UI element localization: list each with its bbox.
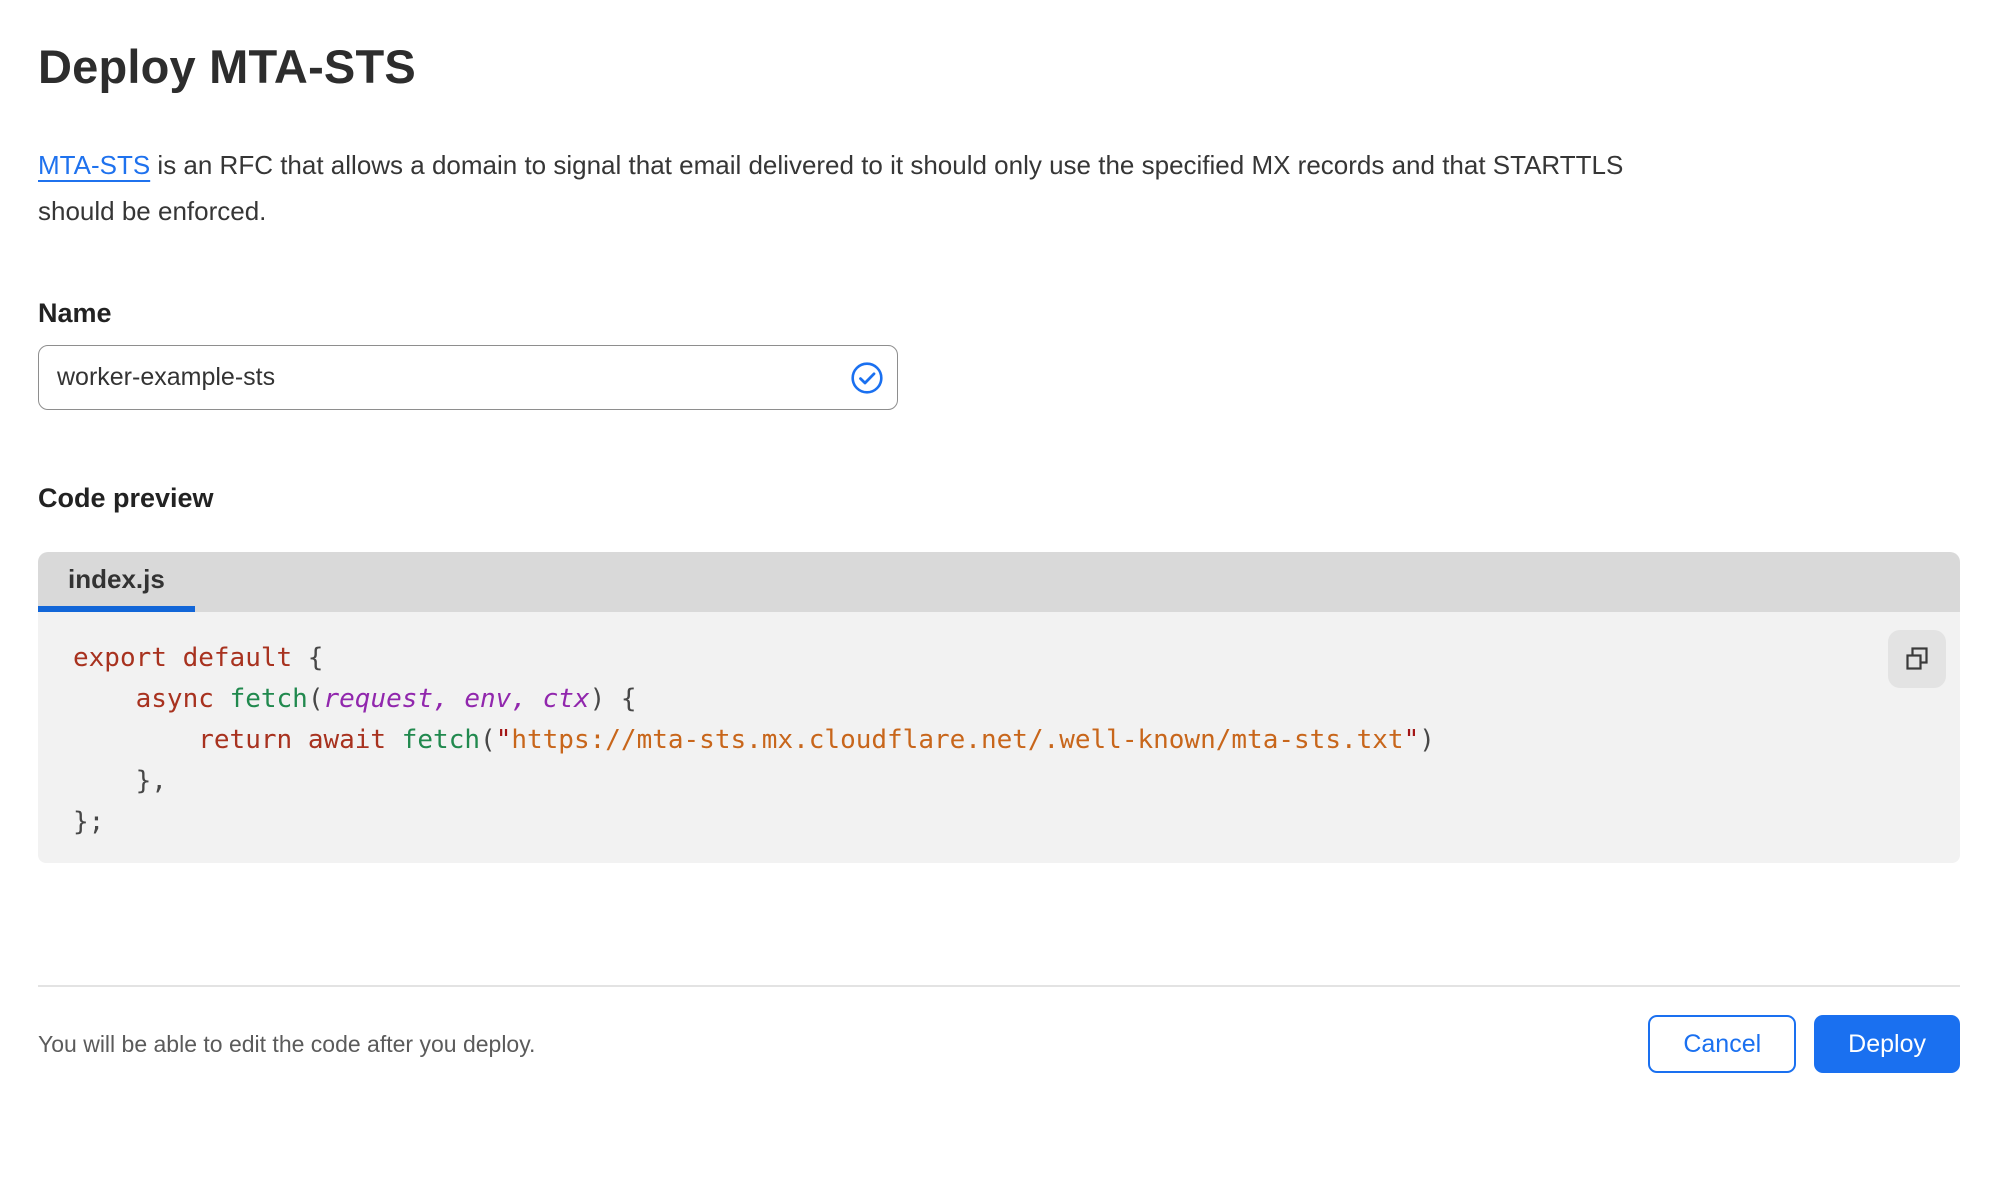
- copy-icon: [1906, 647, 1928, 670]
- intro-text: is an RFC that allows a domain to signal…: [150, 150, 1624, 180]
- intro-paragraph: MTA-STS is an RFC that allows a domain t…: [38, 142, 1960, 234]
- deploy-mta-sts-page: Deploy MTA-STS MTA-STS is an RFC that al…: [0, 40, 1999, 1073]
- copy-code-button[interactable]: [1888, 630, 1946, 688]
- footer-divider: [38, 985, 1960, 987]
- name-input[interactable]: [38, 345, 898, 410]
- footer-note: You will be able to edit the code after …: [38, 1030, 536, 1057]
- name-input-wrap: [38, 345, 898, 410]
- code-editor-preview: export default { async fetch(request, en…: [38, 612, 1960, 863]
- code-lines: export default { async fetch(request, en…: [73, 643, 1435, 837]
- footer-actions: Cancel Deploy: [1648, 1015, 1960, 1073]
- cancel-button[interactable]: Cancel: [1648, 1015, 1797, 1073]
- deploy-button[interactable]: Deploy: [1814, 1015, 1960, 1073]
- tab-index-js[interactable]: index.js: [38, 552, 195, 612]
- code-tab-bar: index.js: [38, 552, 1960, 612]
- code-preview-block: index.js export default { async fetch(re…: [38, 552, 1960, 863]
- intro-line-2: should be enforced.: [38, 196, 267, 226]
- name-label: Name: [38, 298, 112, 328]
- intro-line-1: MTA-STS is an RFC that allows a domain t…: [38, 142, 1960, 188]
- page-title: Deploy MTA-STS: [38, 40, 416, 93]
- code-preview-label: Code preview: [38, 483, 214, 513]
- footer: You will be able to edit the code after …: [38, 1015, 1960, 1073]
- mta-sts-link[interactable]: MTA-STS: [38, 150, 150, 180]
- check-circle-icon: [851, 361, 883, 394]
